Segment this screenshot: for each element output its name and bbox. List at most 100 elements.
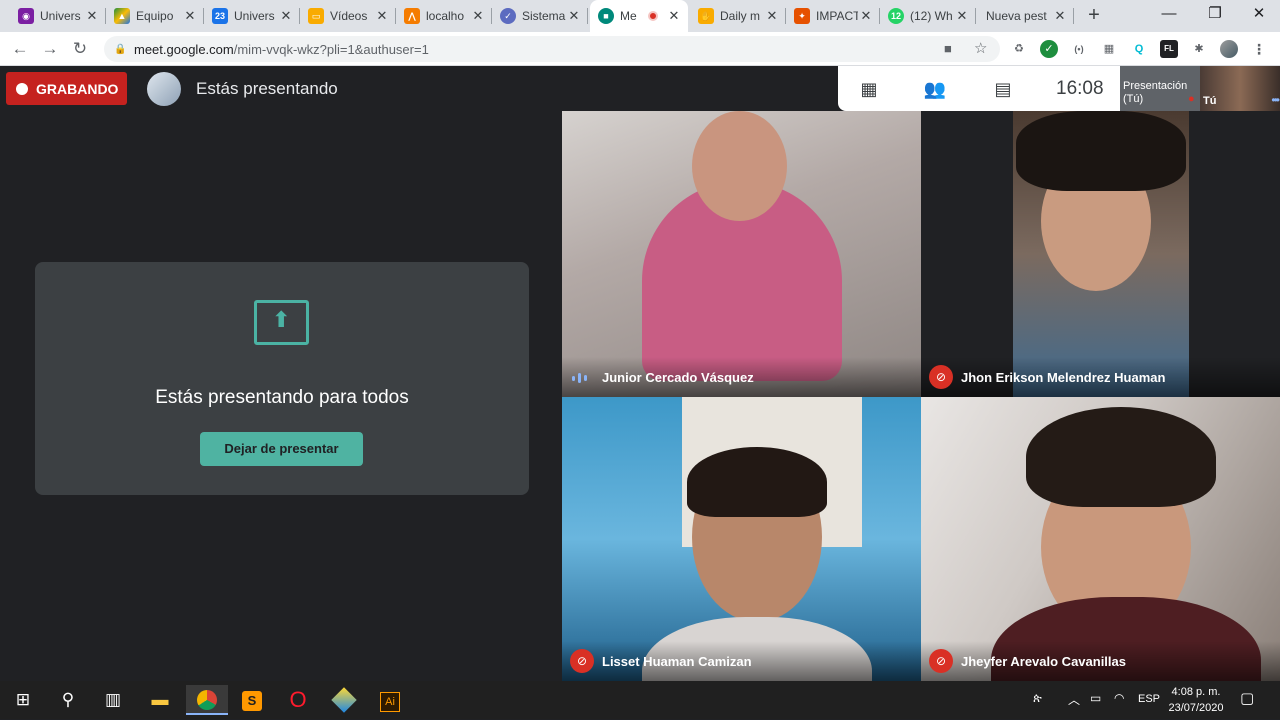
tab-label: Me [620,9,637,23]
audio-extension-icon[interactable]: (•) [1070,40,1088,58]
battery-icon[interactable]: ▭ [1090,691,1101,705]
tab-label: localho [426,9,465,23]
maximize-button[interactable]: ❐ [1192,0,1238,30]
reload-icon[interactable]: ↻ [68,37,92,61]
clock-date: 23/07/2020 [1168,702,1224,714]
self-view-strip: Presentación (Tú) ● Tú ••• [1120,66,1280,111]
browser-tab[interactable]: 23 Univers ✕ [204,0,300,32]
file-explorer-icon[interactable]: ▬ [145,685,175,715]
recycle-extension-icon[interactable]: ♻ [1010,40,1028,58]
minimize-button[interactable]: — [1146,0,1192,30]
tab-label: Nueva pest [986,9,1047,23]
close-tab-icon[interactable]: ✕ [278,8,294,24]
presenting-title: Estás presentando [196,79,338,98]
meeting-controls: ▦ 👥6 ▤ 16:08 [838,66,1120,120]
layout-grid-icon[interactable]: ▦ [856,76,882,102]
language-indicator[interactable]: ESP [1138,693,1160,705]
address-bar[interactable]: 🔒 meet.google.com/mim-vvqk-wkz?pli=1&aut… [104,36,1000,62]
chrome-icon[interactable] [186,685,228,715]
tab-label: (12) Wh [910,9,953,23]
close-tab-icon[interactable]: ✕ [858,8,874,24]
participant-tile[interactable]: Junior Cercado Vásquez [562,111,921,397]
participant-tile[interactable]: ⊘ Lisset Huaman Camizan [562,397,921,681]
url-path: /mim-vvqk-wkz?pli=1&authuser=1 [233,41,429,57]
sublime-text-icon[interactable]: S [237,685,267,715]
tab-label: Equipo [136,9,174,23]
speaking-indicator-icon [572,373,592,383]
university-icon: ◉ [18,8,34,24]
back-icon[interactable]: ← [8,37,32,61]
show-hidden-icons[interactable]: ︿ [1068,691,1080,708]
tab-label: Daily m [720,9,761,23]
self-camera-tile[interactable]: ● Tú ••• [1188,66,1280,111]
stop-presenting-button[interactable]: Dejar de presentar [200,432,363,466]
close-tab-icon[interactable]: ✕ [374,8,390,24]
participant-face [692,111,787,221]
close-window-button[interactable]: ✕ [1236,0,1280,30]
participant-tile[interactable]: ⊘ Jhon Erikson Melendrez Huaman [921,111,1280,397]
participant-name: Junior Cercado Vásquez [602,370,754,385]
wifi-icon[interactable]: ◠ [1114,691,1124,705]
presenting-card: ⬆ Estás presentando para todos Dejar de … [35,262,529,495]
participant-name: Lisset Huaman Camizan [602,654,752,669]
participant-tile[interactable]: ⊘ Jheyfer Arevalo Cavanillas [921,397,1280,681]
people-icon[interactable]: ጵ [1033,691,1042,706]
illustrator-icon[interactable]: Ai [375,685,405,715]
shield-extension-icon[interactable]: ✓ [1040,40,1058,58]
new-tab-button[interactable]: + [1082,4,1106,28]
browser-tab[interactable]: ◉ Univers ✕ [10,0,106,32]
recording-badge: GRABANDO [6,72,127,105]
mic-off-icon: ⊘ [570,649,594,673]
browser-tab[interactable]: Nueva pest ✕ [976,0,1074,32]
menu-kebab-icon[interactable]: ⋮ [1250,40,1268,58]
browser-tab[interactable]: ✋ Daily m ✕ [690,0,786,32]
notifications-icon[interactable]: ▢ [1240,689,1254,707]
more-options-icon[interactable]: ••• [1271,93,1279,107]
camera-in-use-icon[interactable]: ■ [944,41,952,56]
close-tab-icon[interactable]: ✕ [182,8,198,24]
system-clock[interactable]: 4:08 p. m. 23/07/2020 [1168,684,1224,716]
puzzle-extensions-icon[interactable]: ✱ [1190,40,1208,58]
participants-icon[interactable]: 👥6 [922,76,948,120]
close-tab-icon[interactable]: ✕ [470,8,486,24]
clock-time: 4:08 p. m. [1171,686,1221,698]
browser-tab-active[interactable]: ■ Me ✕ [590,0,688,32]
profile-avatar[interactable] [1220,40,1238,58]
windows-start-icon[interactable]: ⊞ [8,685,38,715]
browser-tab[interactable]: ✦ IMPACT ✕ [786,0,880,32]
browser-tab[interactable]: ⋀ localho ✕ [396,0,492,32]
tab-label: Vídeos [330,9,368,23]
whatsapp-icon: 12 [888,8,904,24]
close-tab-icon[interactable]: ✕ [764,8,780,24]
close-tab-icon[interactable]: ✕ [566,8,582,24]
close-tab-icon[interactable]: ✕ [1052,8,1068,24]
chat-icon[interactable]: ▤ [990,76,1016,102]
calendar-icon: 23 [212,8,228,24]
tab-label: IMPACT [816,9,858,23]
virtualbox-icon[interactable] [329,685,359,715]
drive-icon: ▲ [114,8,130,24]
tab-label: Univers [234,9,275,23]
search-icon[interactable]: ⚲ [53,685,83,715]
system-icon: ✓ [500,8,516,24]
browser-tab-strip: ◉ Univers ✕ ▲ Equipo ✕ 23 Univers ✕ ▭ Ví… [0,0,1280,32]
browser-tab[interactable]: ▭ Vídeos ✕ [300,0,396,32]
grid-extension-icon[interactable]: ▦ [1100,40,1118,58]
task-view-icon[interactable]: ▥ [98,685,128,715]
forward-icon[interactable]: → [38,37,62,61]
meeting-clock: 16:08 [1056,78,1104,99]
close-tab-icon[interactable]: ✕ [954,8,970,24]
browser-tab[interactable]: ✓ Sistema ✕ [492,0,588,32]
q-extension-icon[interactable]: Q [1130,40,1148,58]
close-tab-icon[interactable]: ✕ [84,8,100,24]
close-tab-icon[interactable]: ✕ [666,8,682,24]
tab-label: Sistema [522,9,566,23]
fl-extension-icon[interactable]: FL [1160,40,1178,58]
bookmark-star-icon[interactable]: ☆ [974,39,987,57]
self-label: Tú [1203,95,1217,107]
browser-tab[interactable]: ▲ Equipo ✕ [106,0,204,32]
opera-icon[interactable]: O [283,685,313,715]
recording-indicator-icon [648,11,658,21]
mic-off-icon: ⊘ [929,365,953,389]
browser-tab[interactable]: 12 (12) Wh ✕ [880,0,976,32]
